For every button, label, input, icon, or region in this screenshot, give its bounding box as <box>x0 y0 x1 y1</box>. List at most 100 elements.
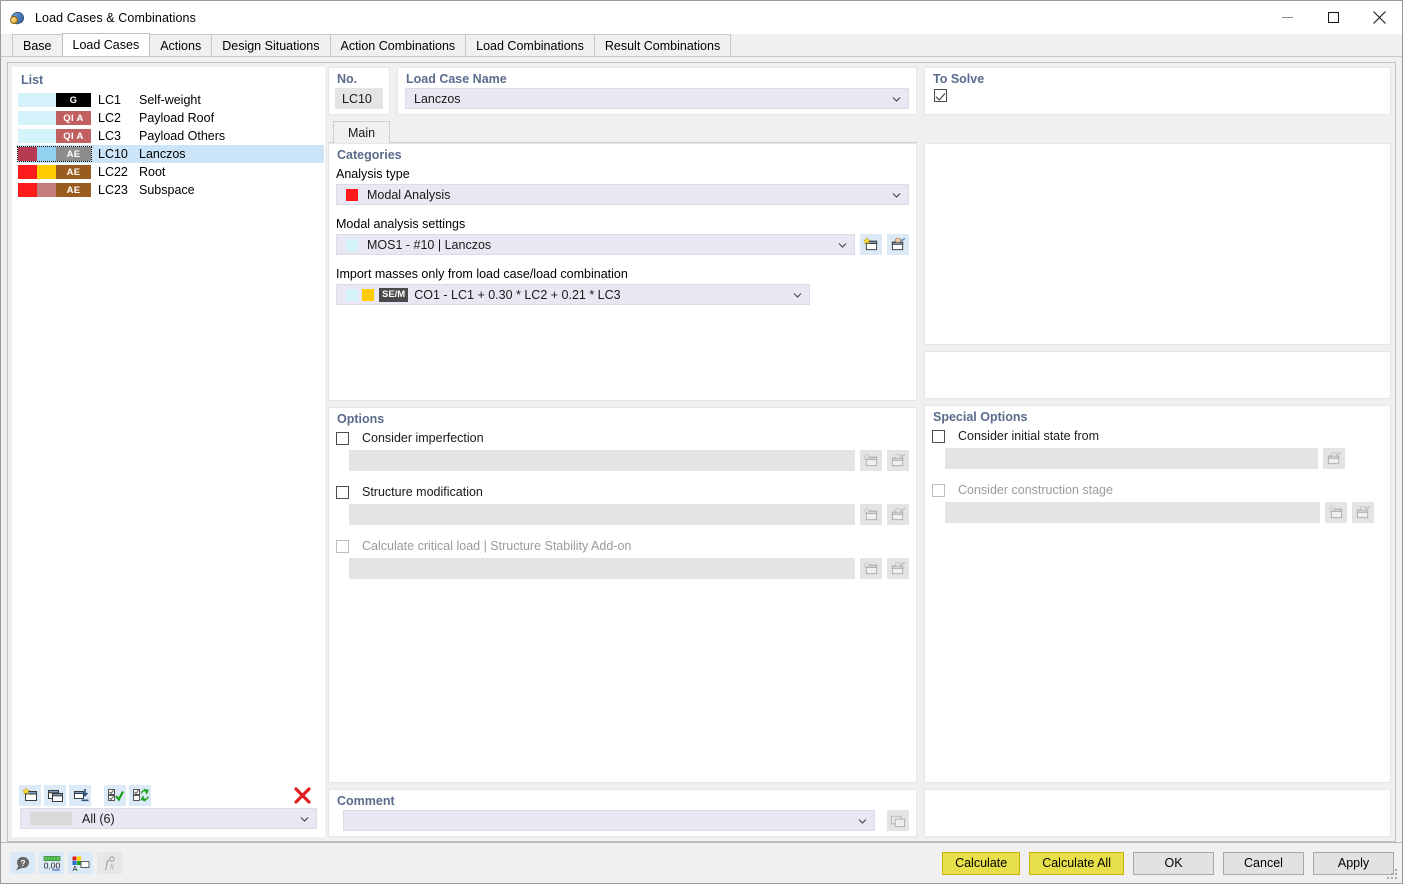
name-card: Load Case Name Lanczos <box>397 67 917 115</box>
new-structure-modification-button[interactable] <box>860 504 882 525</box>
list-item-id: LC23 <box>98 183 128 197</box>
display-properties-button[interactable]: A <box>68 852 93 874</box>
invert-selection-button[interactable] <box>129 784 151 806</box>
resize-grip[interactable] <box>1387 869 1399 881</box>
calculate-all-button[interactable]: Calculate All <box>1029 851 1124 875</box>
name-label: Load Case Name <box>406 72 507 86</box>
load-cases-dialog: Load Cases & Combinations Base Load Case… <box>0 0 1403 884</box>
edit-modal-settings-button[interactable] <box>887 234 909 255</box>
swatch-primary <box>18 111 37 125</box>
chevron-down-icon <box>300 816 309 822</box>
modal-settings-swatch <box>346 238 358 251</box>
list-item[interactable]: QI A LC3 Payload Others <box>18 127 324 145</box>
tab-load-cases[interactable]: Load Cases <box>61 33 151 56</box>
edit-structure-modification-button[interactable] <box>887 504 909 525</box>
structure-modification-row: Structure modification <box>329 485 916 499</box>
to-solve-label: To Solve <box>933 72 985 86</box>
window-controls <box>1264 1 1402 34</box>
apply-button[interactable]: Apply <box>1313 851 1394 875</box>
categories-panel: Categories Analysis type Modal Analysis … <box>328 143 917 401</box>
list-item[interactable]: AE LC23 Subspace <box>18 181 324 199</box>
tab-base[interactable]: Base <box>12 34 63 56</box>
consider-imperfection-checkbox[interactable] <box>336 431 349 445</box>
svg-text:A: A <box>72 864 77 872</box>
tab-load-combinations[interactable]: Load Combinations <box>465 34 595 56</box>
ok-button[interactable]: OK <box>1133 851 1214 875</box>
edit-construction-stage-button[interactable] <box>1352 502 1374 523</box>
copy-load-case-button[interactable] <box>44 784 66 806</box>
consider-initial-state-label: Consider initial state from <box>958 429 1100 443</box>
new-construction-stage-button[interactable] <box>1325 502 1347 523</box>
import-masses-label: Import masses only from load case/load c… <box>336 267 628 281</box>
minimize-button[interactable] <box>1264 1 1310 34</box>
to-solve-checkbox[interactable] <box>934 89 947 102</box>
edit-initial-state-button[interactable] <box>1323 448 1345 469</box>
title-bar: Load Cases & Combinations <box>1 1 1402 34</box>
list-item[interactable]: AE LC22 Root <box>18 163 324 181</box>
categories-title: Categories <box>337 148 402 162</box>
number-format-button[interactable]: 0,00 <box>39 852 64 874</box>
consider-imperfection-row: Consider imperfection <box>329 431 916 445</box>
calculate-critical-load-checkbox[interactable] <box>336 539 349 553</box>
dialog-footer: ? 0,00 A f x Calculate Calculate All OK … <box>1 842 1402 883</box>
list-item-selected[interactable]: AE LC10 Lanczos <box>17 145 324 163</box>
new-modal-settings-button[interactable] <box>860 234 882 255</box>
chevron-down-icon <box>793 292 802 298</box>
tab-result-combinations[interactable]: Result Combinations <box>593 34 732 56</box>
load-case-list[interactable]: G LC1 Self-weight QI A LC2 Payload Roof … <box>13 91 324 782</box>
swatch-secondary <box>37 147 56 161</box>
list-item-name: Lanczos <box>139 147 186 161</box>
calculate-button[interactable]: Calculate <box>942 851 1021 875</box>
tab-actions[interactable]: Actions <box>149 34 213 56</box>
edit-imperfection-button[interactable] <box>887 450 909 471</box>
import-masses-swatch-2 <box>362 288 374 301</box>
new-imperfection-button[interactable] <box>860 450 882 471</box>
analysis-type-dropdown[interactable]: Modal Analysis <box>336 184 909 205</box>
swatch-primary <box>18 93 37 107</box>
category-badge: AE <box>56 147 91 161</box>
maximize-button[interactable] <box>1310 1 1356 34</box>
new-load-case-button[interactable] <box>19 784 41 806</box>
list-item-name: Self-weight <box>139 93 201 107</box>
edit-critical-load-button[interactable] <box>887 558 909 579</box>
help-button[interactable]: ? <box>10 852 35 874</box>
new-critical-load-button[interactable] <box>860 558 882 579</box>
chevron-down-icon <box>892 96 901 102</box>
list-item[interactable]: QI A LC2 Payload Roof <box>18 109 324 127</box>
swatch-primary <box>18 165 37 179</box>
load-case-name-input[interactable]: Lanczos <box>405 88 909 109</box>
tab-main[interactable]: Main <box>333 121 391 143</box>
formula-button[interactable]: f x <box>97 852 122 874</box>
modal-settings-dropdown[interactable]: MOS1 - #10 | Lanczos <box>336 234 855 255</box>
category-badge: QI A <box>56 129 91 143</box>
modal-settings-value: MOS1 - #10 | Lanczos <box>367 237 492 252</box>
tab-design-situations[interactable]: Design Situations <box>211 34 331 56</box>
consider-construction-stage-checkbox[interactable] <box>932 483 945 497</box>
cancel-button[interactable]: Cancel <box>1223 851 1304 875</box>
category-badge: AE <box>56 165 91 179</box>
close-button[interactable] <box>1356 1 1402 34</box>
svg-text:?: ? <box>20 858 25 868</box>
list-filter-dropdown[interactable]: All (6) <box>20 808 317 829</box>
comment-input[interactable] <box>343 810 875 831</box>
row-color-swatches: AE <box>18 165 91 179</box>
swatch-primary <box>18 183 37 197</box>
svg-text:x: x <box>109 861 114 871</box>
load-case-name-value: Lanczos <box>414 91 461 106</box>
list-item[interactable]: G LC1 Self-weight <box>18 91 324 109</box>
row-color-swatches: G <box>18 93 91 107</box>
options-panel: Options Consider imperfection Structure … <box>328 407 917 783</box>
comment-library-button[interactable] <box>887 810 909 831</box>
list-filter-label: All (6) <box>82 811 115 826</box>
initial-state-field <box>945 448 1318 469</box>
form-left-column: Main Categories Analysis type Modal Anal… <box>328 121 917 837</box>
delete-load-case-button[interactable] <box>292 785 312 806</box>
import-masses-dropdown[interactable]: SE/M CO1 - LC1 + 0.30 * LC2 + 0.21 * LC3 <box>336 284 810 305</box>
category-badge: G <box>56 93 91 107</box>
structure-modification-checkbox[interactable] <box>336 485 349 499</box>
consider-initial-state-checkbox[interactable] <box>932 429 945 443</box>
import-load-case-button[interactable] <box>69 784 91 806</box>
swatch-secondary <box>37 165 56 179</box>
tab-action-combinations[interactable]: Action Combinations <box>329 34 467 56</box>
select-all-button[interactable] <box>104 784 126 806</box>
